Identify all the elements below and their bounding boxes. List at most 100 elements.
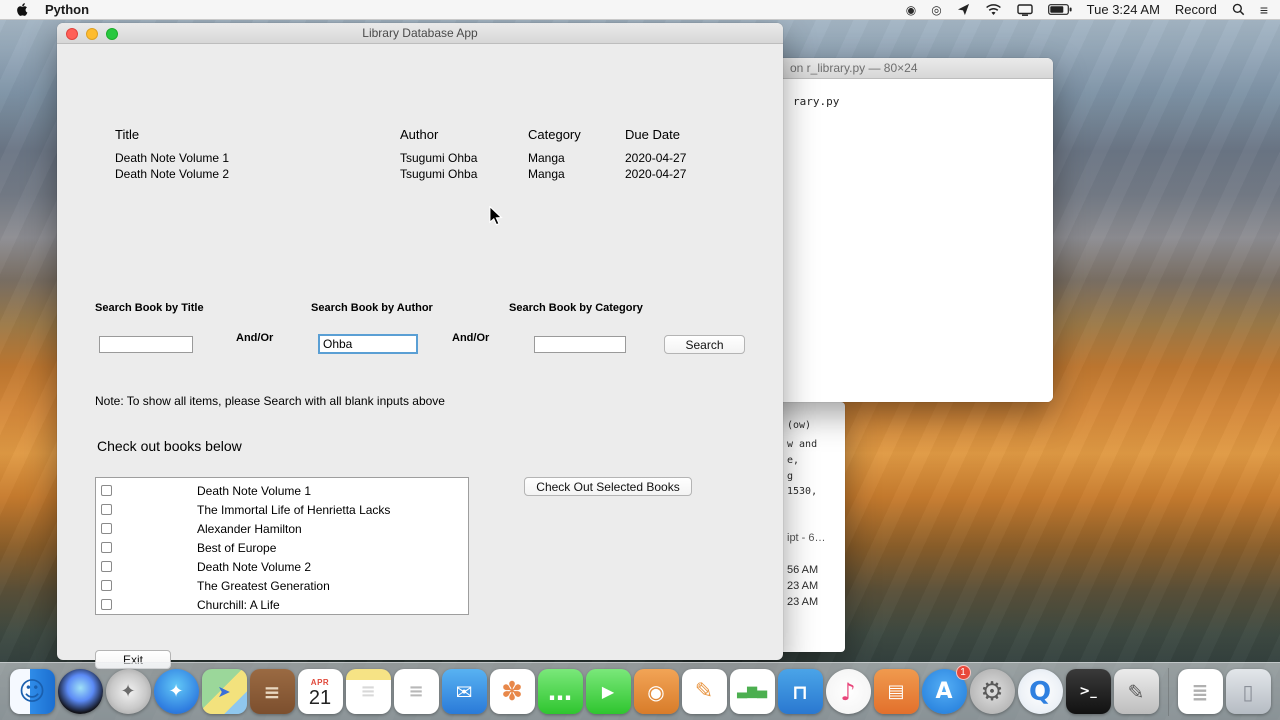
- system-preferences-icon[interactable]: ⚙: [969, 669, 1015, 714]
- notes-glyph: ≡: [360, 680, 376, 702]
- cell-title: Death Note Volume 2: [115, 167, 230, 181]
- minimize-icon[interactable]: [86, 27, 98, 40]
- search-title-label: Search Book by Title: [95, 302, 204, 314]
- cell-author: Tsugumi Ohba: [400, 167, 478, 181]
- facetime-icon[interactable]: ▶: [585, 669, 631, 714]
- terminal-icon[interactable]: >_: [1065, 669, 1111, 714]
- window-title: Library Database App: [362, 26, 478, 40]
- book-checkbox[interactable]: [101, 599, 112, 610]
- table-row: Death Note Volume 1 Tsugumi Ohba Manga 2…: [115, 151, 735, 165]
- list-item: Death Note Volume 1: [96, 481, 468, 500]
- mail-glyph: ✉: [455, 679, 473, 704]
- wifi-icon[interactable]: [985, 3, 1002, 16]
- notification-badge: 1: [955, 665, 971, 680]
- trash-icon[interactable]: ▯: [1225, 669, 1271, 714]
- checkout-selected-button[interactable]: Check Out Selected Books: [524, 477, 692, 496]
- quicktime-glyph: Q: [1028, 676, 1052, 707]
- display-mirroring-icon[interactable]: [1016, 3, 1033, 16]
- list-item: Best of Europe: [96, 538, 468, 557]
- occluded-timestamp: 23 AM: [787, 580, 819, 592]
- safari-icon[interactable]: ✦: [153, 669, 199, 714]
- search-button[interactable]: Search: [664, 335, 745, 354]
- numbers-icon[interactable]: ▃▆▄: [729, 669, 775, 714]
- book-checkbox[interactable]: [101, 485, 112, 496]
- zoom-icon[interactable]: [106, 27, 118, 40]
- documents-glyph: ≣: [1191, 679, 1209, 704]
- book-checkbox[interactable]: [101, 504, 112, 515]
- book-label: Death Note Volume 2: [197, 559, 312, 574]
- occluded-text-fragment: ipt - 6…: [787, 532, 826, 544]
- documents-icon[interactable]: ≣: [1177, 669, 1223, 714]
- mail-icon[interactable]: ✉: [441, 669, 487, 714]
- script-editor-icon[interactable]: ✎: [1113, 669, 1159, 714]
- andor-label-2: And/Or: [452, 332, 490, 344]
- active-app-name[interactable]: Python: [45, 2, 89, 17]
- battery-icon[interactable]: [1047, 4, 1072, 15]
- list-item: The Immortal Life of Henrietta Lacks: [96, 500, 468, 519]
- location-icon[interactable]: [957, 3, 970, 16]
- reminders-glyph: ≡: [408, 680, 424, 702]
- photos-glyph: ✽: [501, 676, 523, 707]
- note-text: Note: To show all items, please Search w…: [95, 394, 445, 408]
- cell-author: Tsugumi Ohba: [400, 151, 478, 165]
- reminders-icon[interactable]: ≡: [393, 669, 439, 714]
- search-title-input[interactable]: [99, 336, 193, 353]
- maps-glyph: ➤: [217, 681, 231, 701]
- notes-icon[interactable]: ≡: [345, 669, 391, 714]
- finder-glyph: ☺: [18, 676, 46, 707]
- book-label: Death Note Volume 1: [197, 483, 312, 498]
- column-header-category: Category: [528, 127, 581, 142]
- dock: ☺ ✦ ✦ ➤ ≡ APR 21 ≡ ≡ ✉ ✽ … ▶ ◉ ✎ ▃▆▄ ⊓ ♪ ▤ A 1 ⚙ Q >_ ✎ ≣ ▯: [0, 662, 1280, 720]
- notification-center-icon[interactable]: ≡: [1260, 2, 1268, 18]
- record-menu-item[interactable]: Record: [1175, 2, 1217, 17]
- books-icon[interactable]: ▤: [873, 669, 919, 714]
- search-author-input[interactable]: [318, 334, 418, 354]
- app-store-icon[interactable]: A1: [921, 665, 971, 714]
- finder-icon[interactable]: ☺: [9, 669, 55, 714]
- books-listbox[interactable]: Death Note Volume 1 The Immortal Life of…: [95, 477, 469, 615]
- search-category-label: Search Book by Category: [509, 302, 643, 314]
- cell-category: Manga: [528, 167, 565, 181]
- andor-label-1: And/Or: [236, 332, 274, 344]
- close-icon[interactable]: [66, 27, 78, 40]
- book-checkbox[interactable]: [101, 542, 112, 553]
- list-item: Death Note Volume 2: [96, 557, 468, 576]
- apple-logo-icon[interactable]: [16, 2, 29, 17]
- contacts-icon[interactable]: ≡: [249, 669, 295, 714]
- calendar-icon[interactable]: APR 21: [297, 669, 343, 714]
- results-table-header: Title Author Category Due Date: [115, 127, 735, 142]
- menu-bar-clock[interactable]: Tue 3:24 AM: [1087, 2, 1160, 17]
- terminal-title: on r_library.py — 80×24: [790, 61, 918, 75]
- messages-icon[interactable]: …: [537, 669, 583, 714]
- spotlight-search-icon[interactable]: [1232, 3, 1245, 16]
- app-titlebar[interactable]: Library Database App: [57, 23, 783, 44]
- quicktime-icon[interactable]: Q: [1017, 669, 1063, 714]
- occluded-timestamp: 23 AM: [787, 596, 819, 608]
- list-item: Churchill: A Life: [96, 595, 468, 614]
- screen-mirroring-icon[interactable]: ◎: [931, 3, 941, 17]
- book-checkbox[interactable]: [101, 580, 112, 591]
- photo-booth-icon[interactable]: ◉: [633, 669, 679, 714]
- script-editor-glyph: ✎: [1127, 679, 1145, 704]
- launchpad-icon[interactable]: ✦: [105, 669, 151, 714]
- itunes-icon[interactable]: ♪: [825, 669, 871, 714]
- pages-icon[interactable]: ✎: [681, 669, 727, 714]
- list-item: The Greatest Generation: [96, 576, 468, 595]
- book-checkbox[interactable]: [101, 523, 112, 534]
- cell-due-date: 2020-04-27: [625, 151, 687, 165]
- occluded-text-fragment: g: [787, 471, 794, 482]
- checkout-heading: Check out books below: [97, 438, 242, 454]
- library-app-window[interactable]: Library Database App Title Author Catego…: [57, 23, 783, 669]
- keynote-icon[interactable]: ⊓: [777, 669, 823, 714]
- book-checkbox[interactable]: [101, 561, 112, 572]
- photos-icon[interactable]: ✽: [489, 669, 535, 714]
- calendar-day: 21: [308, 686, 332, 709]
- cell-title: Death Note Volume 1: [115, 151, 230, 165]
- maps-icon[interactable]: ➤: [201, 669, 247, 714]
- search-category-input[interactable]: [534, 336, 626, 353]
- siri-icon[interactable]: [57, 669, 103, 714]
- column-header-title: Title: [115, 127, 140, 142]
- record-stop-icon[interactable]: ◉: [906, 3, 916, 17]
- keynote-glyph: ⊓: [792, 679, 808, 704]
- menu-bar: Python ◉ ◎ Tue 3:24 AM Record ≡: [0, 0, 1280, 20]
